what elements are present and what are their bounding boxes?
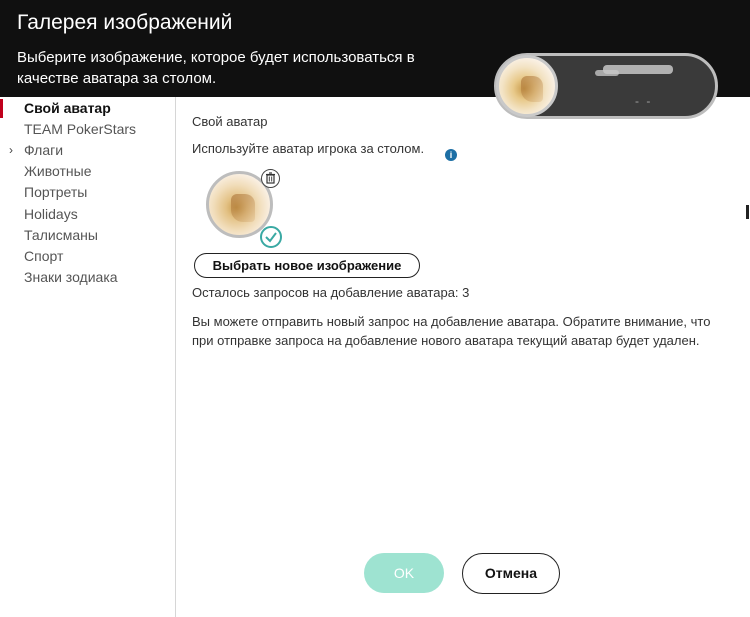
sidebar-item-label: Портреты — [24, 184, 88, 200]
window-edge-mark — [746, 205, 749, 219]
check-icon — [260, 226, 282, 248]
sidebar-item-label: TEAM PokerStars — [24, 121, 137, 137]
sidebar-item-team-pokerstars[interactable]: TEAM PokerStars — [0, 119, 176, 140]
section-title: Свой аватар — [192, 114, 268, 129]
sidebar-item-talismans[interactable]: Талисманы — [0, 225, 176, 246]
content-panel: Свой аватар Используйте аватар игрока за… — [177, 97, 750, 617]
sidebar-item-label: Holidays — [24, 206, 78, 222]
avatar-note: Вы можете отправить новый запрос на доба… — [192, 314, 711, 348]
sidebar-item-label: Свой аватар — [24, 100, 111, 116]
sidebar-item-holidays[interactable]: Holidays — [0, 204, 176, 225]
sidebar-item-custom-avatar[interactable]: Свой аватар — [0, 98, 176, 119]
sidebar-item-label: Знаки зодиака — [24, 269, 118, 285]
sidebar-item-label: Талисманы — [24, 227, 98, 243]
sidebar-item-label: Флаги — [24, 142, 64, 158]
sidebar-item-sport[interactable]: Спорт — [0, 246, 176, 267]
cancel-button[interactable]: Отмена — [462, 553, 560, 594]
category-sidebar: Свой аватар TEAM PokerStars › Флаги Живо… — [0, 97, 176, 617]
select-new-image-button[interactable]: Выбрать новое изображение — [194, 253, 420, 278]
sidebar-item-portraits[interactable]: Портреты — [0, 182, 176, 203]
requests-remaining: Осталось запросов на добавление аватара:… — [192, 285, 470, 300]
preview-name-redacted — [603, 65, 673, 74]
info-icon[interactable]: i — [445, 149, 457, 161]
active-marker — [0, 99, 3, 118]
use-avatar-label: Используйте аватар игрока за столом. — [192, 141, 425, 156]
sidebar-item-label: Животные — [24, 163, 92, 179]
sidebar-item-zodiac[interactable]: Знаки зодиака — [0, 267, 176, 288]
ok-button[interactable]: OK — [364, 553, 444, 593]
dialog-subtitle: Выберите изображение, которое будет испо… — [17, 49, 415, 87]
sidebar-item-label: Спорт — [24, 248, 64, 264]
dialog-title: Галерея изображений — [17, 11, 233, 34]
sidebar-item-flags[interactable]: › Флаги — [0, 140, 176, 161]
trash-icon[interactable] — [261, 169, 280, 188]
chevron-right-icon: › — [9, 143, 13, 157]
sidebar-item-animals[interactable]: Животные — [0, 161, 176, 182]
